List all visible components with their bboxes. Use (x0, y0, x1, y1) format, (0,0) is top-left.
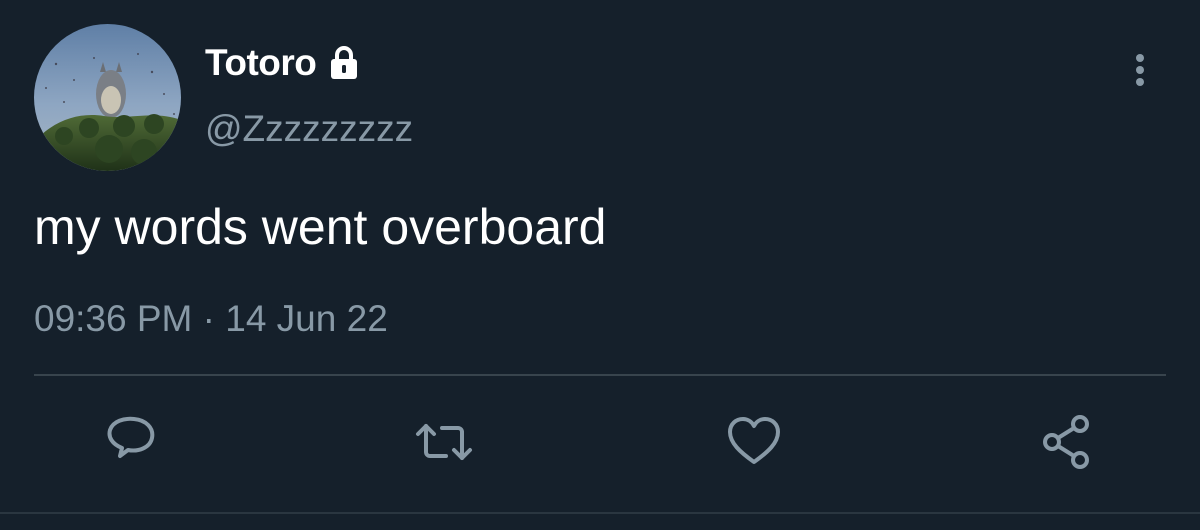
action-bar (0, 410, 1200, 480)
author-name-row: Totoro (205, 40, 364, 86)
tweet-text: my words went overboard (34, 199, 607, 255)
share-button[interactable] (1036, 410, 1100, 474)
divider (34, 374, 1166, 376)
heart-icon (728, 417, 780, 464)
bottom-divider (0, 512, 1200, 514)
reply-icon (107, 416, 155, 458)
totoro-avatar-image (34, 24, 181, 171)
share-icon (1043, 415, 1089, 469)
tweet-card: Totoro @Zzzzzzzzz my words went overboar… (0, 0, 1200, 530)
like-button[interactable] (722, 410, 786, 474)
tweet-timestamp[interactable]: 09:36 PM · 14 Jun 22 (34, 296, 388, 342)
reply-button[interactable] (100, 410, 164, 474)
lock-icon (324, 43, 364, 83)
retweet-icon (416, 424, 472, 460)
handle[interactable]: @Zzzzzzzzz (205, 106, 413, 152)
more-vertical-icon[interactable] (1122, 50, 1158, 90)
retweet-button[interactable] (412, 410, 476, 474)
avatar[interactable] (34, 24, 181, 171)
display-name[interactable]: Totoro (205, 42, 317, 84)
